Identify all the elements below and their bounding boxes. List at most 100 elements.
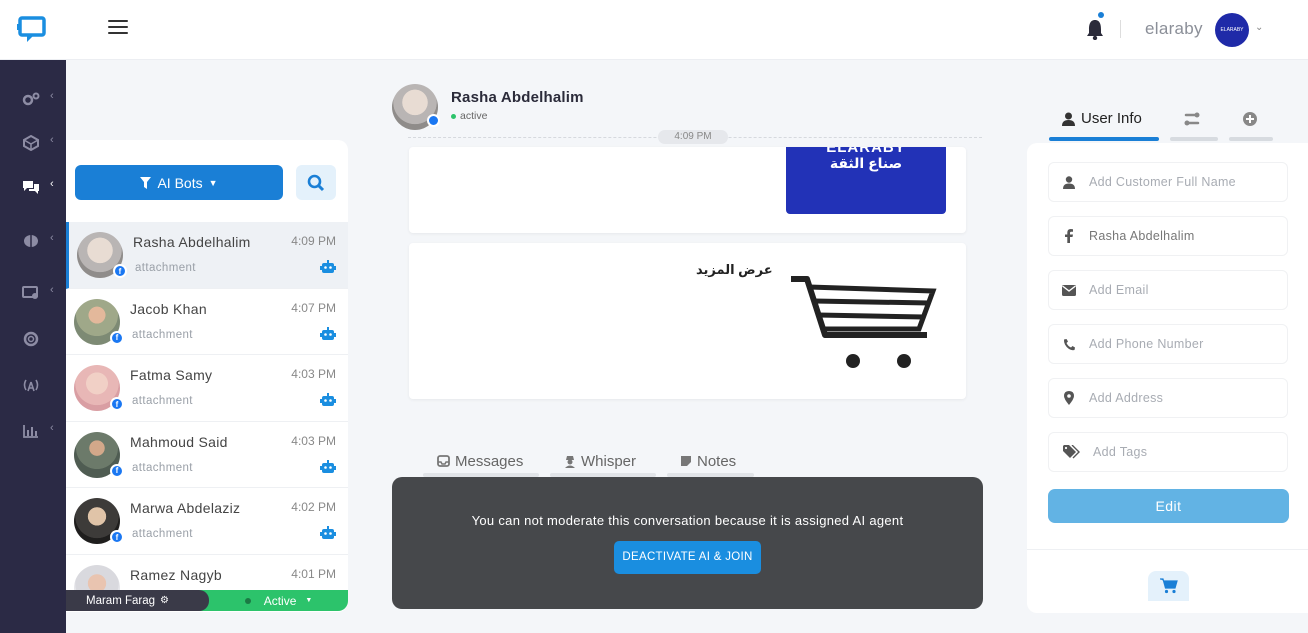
robot-icon: [320, 526, 336, 539]
facebook-badge-icon: f: [110, 530, 124, 544]
email-field[interactable]: Add Email: [1048, 270, 1288, 310]
sidebar-item-chats[interactable]: ‹: [0, 172, 66, 202]
robot-icon: [320, 260, 336, 273]
message-time: 4:03 PM: [291, 433, 336, 448]
message-time: 4:03 PM: [291, 367, 336, 381]
phone-field[interactable]: Add Phone Number: [1048, 324, 1288, 364]
conversation-routing-icon[interactable]: [1183, 111, 1201, 127]
user-secret-icon: [565, 455, 575, 468]
address-field[interactable]: Add Address: [1048, 378, 1288, 418]
tags-icon: [1062, 445, 1080, 459]
facebook-badge-icon: [427, 114, 440, 127]
menu-toggle-icon[interactable]: [108, 20, 128, 36]
deactivate-ai-button[interactable]: DEACTIVATE AI & JOIN: [614, 541, 761, 574]
chevron-left-icon: ‹: [50, 284, 54, 296]
chevron-left-icon: ‹: [50, 90, 54, 102]
chevron-left-icon: ‹: [50, 134, 54, 146]
chevron-down-icon[interactable]: ⌄: [1255, 22, 1263, 33]
message-preview: attachment: [132, 395, 193, 407]
analytics-icon: [23, 425, 38, 438]
message-time: 4:02 PM: [291, 500, 336, 514]
message-preview: attachment: [132, 461, 193, 474]
sidebar-item-broadcast[interactable]: [0, 370, 66, 400]
support-icon: [23, 331, 39, 347]
conversation-item[interactable]: f Marwa Abdelaziz 4:02 PM attachment: [66, 488, 348, 555]
message-card: عرض المزيد: [409, 243, 966, 399]
message-time: 4:07 PM: [291, 300, 336, 315]
contact-name: Ramez Nagyb: [130, 566, 223, 583]
customer-name-field[interactable]: Add Customer Full Name: [1048, 162, 1288, 202]
plus-circle-icon[interactable]: [1242, 111, 1258, 127]
search-button[interactable]: [296, 165, 336, 200]
facebook-badge-icon: f: [110, 463, 124, 478]
edit-button[interactable]: Edit: [1048, 489, 1289, 523]
contact-name: Jacob Khan: [130, 300, 207, 317]
cube-icon: [23, 135, 39, 151]
banner-tagline: صناع الثقة: [829, 155, 903, 171]
notification-dot: [1098, 12, 1104, 18]
facebook-badge-icon: f: [110, 397, 124, 411]
chat-contact-status: active: [451, 110, 487, 122]
phone-icon: [1063, 338, 1075, 350]
ai-assigned-overlay: You can not moderate this conversation b…: [392, 477, 983, 609]
caret-down-icon: ▼: [305, 597, 313, 604]
message-preview: attachment: [135, 262, 196, 274]
sidebar-item-integrations[interactable]: ‹: [0, 128, 66, 158]
agent-status-dropdown[interactable]: Active ▼: [199, 590, 348, 611]
tags-field[interactable]: Add Tags: [1048, 432, 1288, 472]
broadcast-icon: [23, 379, 39, 392]
message-time: 4:09 PM: [291, 234, 336, 248]
conversation-item[interactable]: f Fatma Samy 4:03 PM attachment: [66, 355, 348, 422]
chevron-left-icon: ‹: [50, 232, 54, 244]
conversation-item[interactable]: f Jacob Khan 4:07 PM attachment: [66, 289, 348, 355]
composer-tabs: Messages Whisper Notes: [422, 445, 762, 477]
facebook-badge-icon: f: [110, 330, 124, 345]
header-divider: [1120, 20, 1121, 38]
tab-underline: [1229, 137, 1273, 141]
facebook-badge-icon: f: [113, 264, 127, 278]
username-label[interactable]: elaraby: [1145, 19, 1203, 39]
search-icon: [307, 174, 325, 191]
facebook-name-field[interactable]: Rasha Abdelhalim: [1048, 216, 1288, 256]
field-text: Rasha Abdelhalim: [1089, 229, 1195, 243]
conversation-item[interactable]: f Rasha Abdelhalim 4:09 PM attachment: [66, 222, 348, 289]
robot-icon: [320, 326, 336, 340]
cart-button[interactable]: [1148, 571, 1189, 601]
user-avatar[interactable]: ELARABY: [1215, 13, 1249, 47]
field-text: Add Phone Number: [1089, 337, 1204, 351]
sidebar-item-ai[interactable]: ‹: [0, 226, 66, 256]
message-card: ELARABY صناع الثقة: [409, 147, 966, 233]
sidebar-nav: ‹ ‹ ‹ ‹ ‹ ‹: [0, 60, 66, 633]
chats-icon: [23, 181, 39, 194]
tab-label: Whisper: [581, 452, 637, 470]
agent-name: Maram Farag: [86, 594, 156, 607]
facebook-icon: [1065, 229, 1073, 243]
time-divider: 4:09 PM: [658, 130, 728, 144]
message-preview: attachment: [132, 328, 193, 341]
sidebar-item-support[interactable]: [0, 324, 66, 354]
app-logo-icon[interactable]: [17, 15, 47, 43]
field-text: Add Email: [1089, 283, 1149, 297]
status-text: active: [460, 110, 488, 122]
message-image[interactable]: ELARABY صناع الثقة: [786, 147, 946, 214]
ai-bots-filter-button[interactable]: AI Bots ▼: [75, 165, 283, 200]
agent-name-button[interactable]: Maram Farag ⚙: [66, 590, 209, 611]
tab-label: User Info: [1081, 110, 1142, 127]
shopping-cart-icon: [1159, 578, 1178, 594]
online-dot: [451, 113, 456, 119]
sidebar-item-settings[interactable]: ‹: [0, 84, 66, 114]
chat-contact-name: Rasha Abdelhalim: [451, 89, 584, 106]
show-more-link[interactable]: عرض المزيد: [696, 262, 773, 278]
tab-underline: [1170, 137, 1218, 141]
gear-icon: ⚙: [160, 595, 169, 606]
gears-icon: [22, 92, 40, 106]
conversation-item[interactable]: f Mahmoud Said 4:03 PM attachment: [66, 422, 348, 488]
message-time: 4:01 PM: [291, 566, 336, 581]
conversation-panel: AI Bots ▼ f Rasha Abdelhalim 4:09 PM att…: [66, 140, 348, 612]
field-text: Add Customer Full Name: [1089, 175, 1236, 189]
tab-user-info[interactable]: User Info: [1062, 110, 1142, 127]
sidebar-item-agents[interactable]: ‹: [0, 278, 66, 308]
notification-bell-icon[interactable]: [1086, 18, 1104, 40]
agent-status-label: Active: [263, 593, 297, 608]
sidebar-item-analytics[interactable]: ‹: [0, 416, 66, 446]
